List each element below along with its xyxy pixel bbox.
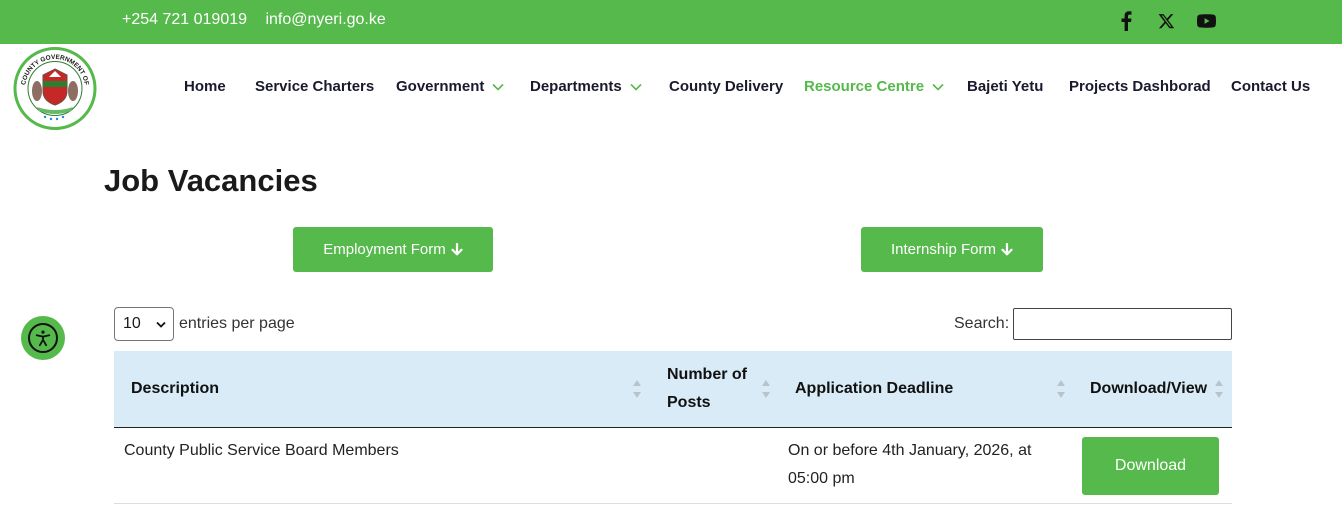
accessibility-icon (28, 323, 58, 353)
nav-service-charters[interactable]: Service Charters (255, 78, 374, 95)
search-label: Search: (954, 315, 1010, 332)
nav-resource-centre[interactable]: Resource Centre (804, 78, 944, 95)
nav-county-delivery[interactable]: County Delivery (669, 78, 783, 95)
nav-projects-dashboard-label: Projects Dashborad (1069, 78, 1211, 95)
internship-form-button[interactable]: Internship Form (861, 227, 1043, 272)
chevron-down-icon (932, 83, 944, 91)
table-header: Description Number of Posts Application … (114, 351, 1232, 428)
arrow-down-icon (451, 243, 463, 256)
nav-county-delivery-label: County Delivery (669, 78, 784, 95)
nav-service-charters-label: Service Charters (255, 78, 375, 95)
sort-icon[interactable] (1056, 378, 1066, 400)
deadline-header-label: Application Deadline (795, 380, 954, 397)
nav-departments-label: Departments (530, 78, 622, 95)
arrow-down-icon (1001, 243, 1013, 256)
internship-form-label: Internship Form (890, 241, 997, 258)
download-header-label: Download/View (1090, 380, 1208, 397)
sort-icon[interactable] (761, 378, 771, 400)
chevron-down-icon (156, 321, 166, 328)
row-deadline-line1: On or before 4th January, 2026, at (788, 442, 1032, 459)
nav-contact-us-label: Contact Us (1231, 78, 1311, 95)
employment-form-button[interactable]: Employment Form (293, 227, 493, 272)
nav-government-label: Government (396, 78, 485, 95)
download-button[interactable]: Download (1082, 437, 1219, 495)
youtube-icon[interactable] (1197, 11, 1216, 31)
entries-per-page-select[interactable]: 10 (114, 307, 174, 341)
nav-home-label: Home (184, 78, 226, 95)
email-address[interactable]: info@nyeri.go.ke (265, 11, 385, 28)
column-header-download[interactable]: Download/View (1090, 375, 1207, 403)
column-header-description[interactable]: Description (131, 375, 219, 403)
top-contact-bar: +254 721 019019 info@nyeri.go.ke (0, 0, 1342, 44)
download-button-label: Download (1114, 457, 1187, 474)
nav-home[interactable]: Home (184, 78, 226, 95)
facebook-icon[interactable] (1120, 11, 1133, 32)
nav-contact-us[interactable]: Contact Us (1231, 78, 1310, 95)
x-icon[interactable] (1158, 11, 1175, 31)
nav-projects-dashboard[interactable]: Projects Dashborad (1069, 78, 1211, 95)
sort-icon[interactable] (632, 378, 642, 400)
column-header-posts[interactable]: Number of Posts (667, 361, 747, 417)
nav-bajeti-yetu[interactable]: Bajeti Yetu (967, 78, 1043, 95)
entries-value: 10 (123, 315, 141, 332)
accessibility-button[interactable] (21, 316, 65, 360)
chevron-down-icon (492, 83, 504, 91)
posts-header-line1: Number of (667, 366, 747, 383)
column-header-deadline[interactable]: Application Deadline (795, 375, 953, 403)
chevron-down-icon (630, 83, 642, 91)
entries-per-page-label: entries per page (179, 315, 295, 332)
description-header-label: Description (131, 380, 220, 397)
page-title: Job Vacancies (104, 163, 318, 198)
nav-bajeti-yetu-label: Bajeti Yetu (967, 78, 1044, 95)
county-seal-logo[interactable]: COUNTY GOVERNMENT OF NYERI (11, 42, 97, 130)
nav-departments[interactable]: Departments (530, 78, 642, 95)
nav-resource-centre-label: Resource Centre (804, 78, 925, 95)
posts-header-line2: Posts (667, 394, 711, 411)
search-input[interactable] (1013, 308, 1232, 340)
phone-number[interactable]: +254 721 019019 (122, 11, 247, 28)
row-description: County Public Service Board Members (124, 442, 399, 459)
table-row: County Public Service Board Members On o… (114, 428, 1232, 504)
sort-icon[interactable] (1214, 378, 1224, 400)
contact-info: +254 721 019019 info@nyeri.go.ke (122, 11, 400, 29)
row-deadline-line2: 05:00 pm (788, 470, 855, 487)
employment-form-label: Employment Form (323, 241, 446, 258)
row-deadline: On or before 4th January, 2026, at 05:00… (788, 437, 1031, 493)
nav-government[interactable]: Government (396, 78, 504, 95)
